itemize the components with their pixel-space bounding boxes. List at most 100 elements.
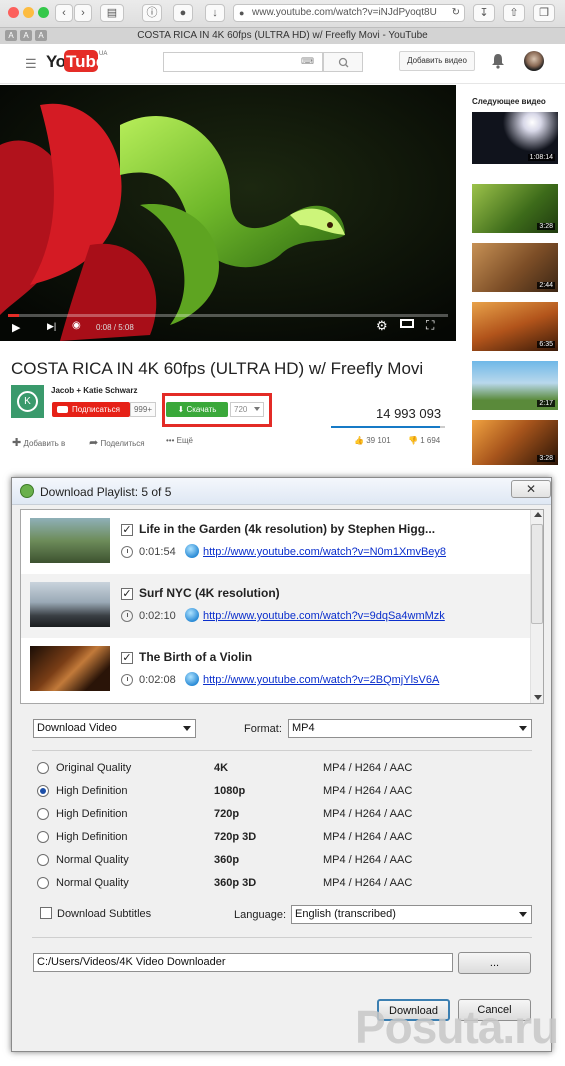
reload-icon[interactable]: ↻ (452, 5, 460, 21)
download-extension-icon[interactable]: ↓ (205, 4, 225, 22)
scroll-thumb[interactable] (531, 524, 543, 624)
share-button[interactable]: ➦ Поделиться (89, 436, 145, 449)
search-input[interactable]: ⌨ (163, 52, 323, 72)
dialog-titlebar[interactable]: Download Playlist: 5 of 5 ✕ (12, 478, 551, 505)
item-url-link[interactable]: http://www.youtube.com/watch?v=2BQmjYlsV… (203, 674, 439, 686)
shield-icon[interactable]: ● (173, 4, 193, 22)
quality-row[interactable]: Original Quality 4K MP4 / H264 / AAC (12, 760, 551, 780)
progress-bar[interactable] (8, 314, 448, 317)
related-video-thumb[interactable]: 3:28 (472, 420, 558, 465)
related-video-thumb[interactable]: 1:08:14 (472, 112, 558, 164)
downloads-icon[interactable]: ↧ (473, 4, 495, 22)
subscribe-button[interactable]: Подписаться (52, 402, 130, 417)
scroll-up-icon[interactable] (534, 512, 542, 517)
item-checkbox[interactable]: ✓ (121, 588, 133, 600)
theater-mode-icon[interactable] (400, 319, 414, 328)
address-bar[interactable]: ● www.youtube.com/watch?v=iNJdPyoqt8U ↻ (233, 4, 465, 22)
bell-icon[interactable] (491, 53, 505, 69)
tabs-overview-icon[interactable]: ❐ (533, 4, 555, 22)
search-icon (338, 57, 349, 68)
quality-row[interactable]: High Definition 1080p MP4 / H264 / AAC (12, 783, 551, 803)
list-item[interactable]: ✓ Surf NYC (4K resolution) 0:02:10 http:… (21, 574, 530, 638)
minimize-window-icon[interactable] (23, 7, 34, 18)
youtube-play-icon (57, 406, 68, 413)
list-item[interactable]: ✓ The Birth of a Violin 0:02:08 http://w… (21, 638, 530, 702)
more-button[interactable]: ••• Ещё (166, 436, 193, 445)
zoom-window-icon[interactable] (38, 7, 49, 18)
browse-button[interactable]: ... (458, 952, 531, 974)
address-text: www.youtube.com/watch?v=iNJdPyoqt8U (252, 7, 437, 18)
language-label: Language: (234, 909, 286, 921)
download-quality-select[interactable]: 720 (230, 402, 264, 417)
tab-title[interactable]: COSTA RICA IN 4K 60fps (ULTRA HD) w/ Fre… (0, 28, 565, 44)
video-actions: ✚ Добавить в ➦ Поделиться ••• Ещё 👍 39 1… (0, 432, 456, 452)
language-select[interactable]: English (transcribed) (291, 905, 532, 924)
download-playlist-dialog: Download Playlist: 5 of 5 ✕ ✓ Life in th… (11, 477, 552, 1052)
add-video-button[interactable]: Добавить видео (399, 51, 475, 71)
youtube-region: UA (99, 51, 108, 57)
share-icon[interactable]: ⇧ (503, 4, 525, 22)
video-player[interactable]: ▶ ▶| ◉ 0:08 / 5:08 ⚙ ⛶ (0, 85, 456, 341)
clock-icon (121, 546, 133, 558)
save-path-input[interactable]: C:/Users/Videos/4K Video Downloader (33, 953, 453, 972)
guide-menu-icon[interactable]: ☰ (25, 56, 37, 72)
avatar[interactable] (524, 51, 544, 71)
forward-button[interactable]: › (74, 4, 92, 22)
download-mode-select[interactable]: Download Video (33, 719, 196, 738)
settings-gear-icon[interactable]: ⚙ (376, 318, 388, 334)
add-to-button[interactable]: ✚ Добавить в (12, 436, 65, 449)
quality-radio[interactable] (37, 762, 49, 774)
next-video-icon[interactable]: ▶| (47, 321, 56, 332)
video-title: COSTA RICA IN 4K 60fps (ULTRA HD) w/ Fre… (11, 359, 424, 378)
channel-avatar[interactable]: K (11, 385, 44, 418)
lock-icon: ● (239, 8, 245, 18)
item-url-link[interactable]: http://www.youtube.com/watch?v=9dqSa4wmM… (203, 610, 445, 622)
quality-radio[interactable] (37, 831, 49, 843)
item-checkbox[interactable]: ✓ (121, 652, 133, 664)
related-video-thumb[interactable]: 2:17 (472, 361, 558, 410)
chevron-down-icon (254, 407, 260, 411)
dislike-button[interactable]: 👎 1 694 (408, 436, 440, 445)
like-button[interactable]: 👍 39 101 (354, 436, 391, 445)
list-item[interactable]: ✓ Life in the Garden (4k resolution) by … (21, 510, 530, 574)
item-url-link[interactable]: http://www.youtube.com/watch?v=N0m1XmvBe… (203, 546, 446, 558)
keyboard-icon[interactable]: ⌨ (301, 56, 314, 67)
thumbs-down-icon: 👎 (408, 436, 418, 445)
close-button[interactable]: ✕ (511, 480, 551, 498)
format-select[interactable]: MP4 (288, 719, 532, 738)
play-icon[interactable]: ▶ (12, 321, 20, 334)
volume-icon[interactable]: ◉ (72, 320, 81, 331)
subtitles-label[interactable]: Download Subtitles (57, 908, 151, 920)
download-label: Скачать (186, 405, 217, 414)
quality-radio[interactable] (37, 854, 49, 866)
extension-icon[interactable]: ⓘ (142, 4, 162, 22)
format-value: MP4 (292, 722, 315, 734)
related-video-thumb[interactable]: 3:28 (472, 184, 558, 233)
video-thumbnail (30, 518, 110, 563)
download-button[interactable]: ⬇ Скачать (166, 402, 228, 417)
quality-row[interactable]: Normal Quality 360p 3D MP4 / H264 / AAC (12, 875, 551, 895)
quality-row[interactable]: Normal Quality 360p MP4 / H264 / AAC (12, 852, 551, 872)
search-button[interactable] (323, 52, 363, 72)
quality-radio[interactable] (37, 785, 49, 797)
quality-radio[interactable] (37, 877, 49, 889)
screenshot-root: ‹ › ▤ ⓘ ● ↓ ● www.youtube.com/watch?v=iN… (0, 0, 565, 1066)
close-window-icon[interactable] (8, 7, 19, 18)
quality-row[interactable]: High Definition 720p MP4 / H264 / AAC (12, 806, 551, 826)
quality-row[interactable]: High Definition 720p 3D MP4 / H264 / AAC (12, 829, 551, 849)
scroll-down-icon[interactable] (534, 695, 542, 700)
channel-name[interactable]: Jacob + Katie Schwarz (51, 386, 137, 395)
quality-radio[interactable] (37, 808, 49, 820)
related-video-thumb[interactable]: 2:44 (472, 243, 558, 292)
related-duration: 3:28 (537, 455, 555, 462)
playlist-list[interactable]: ✓ Life in the Garden (4k resolution) by … (20, 509, 544, 704)
subtitles-checkbox[interactable] (40, 907, 52, 919)
related-duration: 2:17 (537, 400, 555, 407)
related-duration: 2:44 (537, 282, 555, 289)
back-button[interactable]: ‹ (55, 4, 73, 22)
related-video-thumb[interactable]: 6:35 (472, 302, 558, 351)
related-duration: 6:35 (537, 341, 555, 348)
fullscreen-icon[interactable]: ⛶ (426, 318, 434, 333)
item-checkbox[interactable]: ✓ (121, 524, 133, 536)
sidebar-toggle-button[interactable]: ▤ (100, 4, 124, 22)
